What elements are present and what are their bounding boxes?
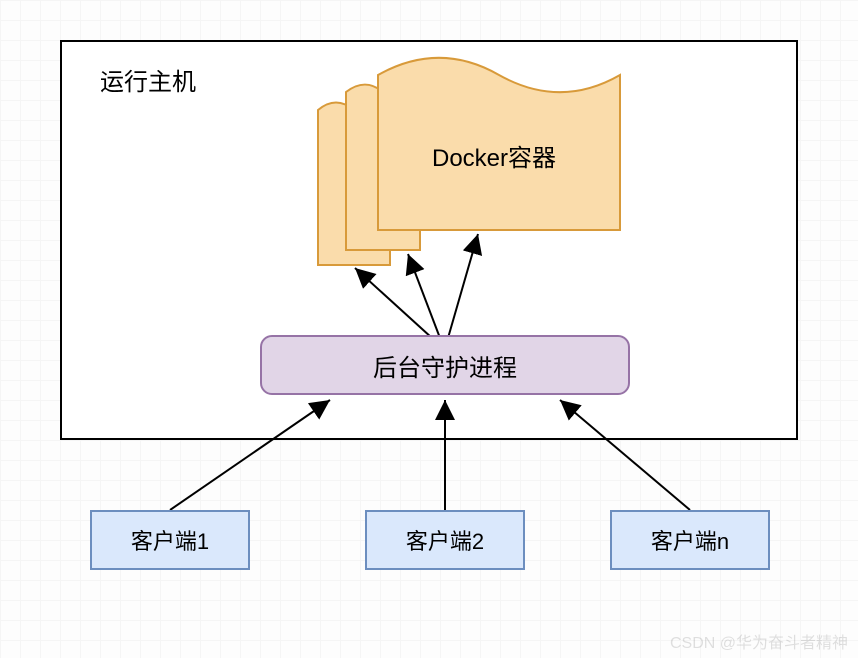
client-box-1: 客户端1 <box>90 510 250 570</box>
container-label: Docker容器 <box>432 138 556 173</box>
watermark: CSDN @华为奋斗者精神 <box>670 629 848 653</box>
client-box-n: 客户端n <box>610 510 770 570</box>
client-box-2: 客户端2 <box>365 510 525 570</box>
client-label-1: 客户端1 <box>131 524 209 556</box>
client-label-2: 客户端2 <box>406 524 484 556</box>
host-label: 运行主机 <box>100 62 196 97</box>
daemon-label: 后台守护进程 <box>373 348 517 383</box>
daemon-box: 后台守护进程 <box>260 335 630 395</box>
client-label-n: 客户端n <box>651 524 729 556</box>
